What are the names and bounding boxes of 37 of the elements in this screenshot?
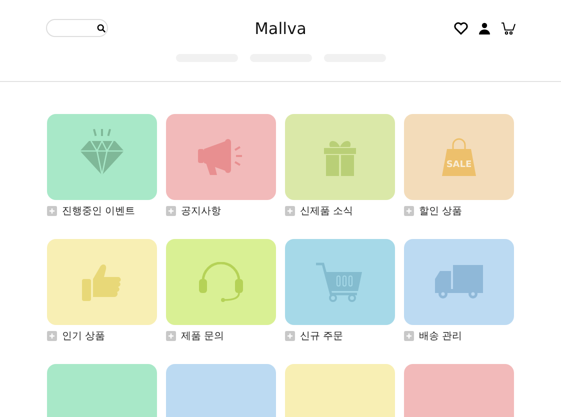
category-label[interactable]: 진행중인 이벤트 xyxy=(62,204,136,218)
category-label[interactable]: 공지사항 xyxy=(181,204,221,218)
sale-text: SALE xyxy=(446,160,472,170)
plus-icon[interactable] xyxy=(47,331,57,341)
category-tile[interactable] xyxy=(166,114,276,200)
shopping-cart-icon xyxy=(316,262,364,302)
category-tile[interactable] xyxy=(285,239,395,325)
plus-icon[interactable] xyxy=(47,206,57,216)
search-field[interactable] xyxy=(46,19,108,37)
category-label[interactable]: 할인 상품 xyxy=(419,204,462,218)
category-tile[interactable] xyxy=(285,114,395,200)
thumbs-up-icon xyxy=(82,263,122,301)
plus-icon[interactable] xyxy=(285,206,295,216)
shopping-bag-icon xyxy=(442,138,476,176)
plus-icon[interactable] xyxy=(166,331,176,341)
logo[interactable]: Mallva xyxy=(254,19,306,38)
plus-icon[interactable] xyxy=(285,331,295,341)
user-icon[interactable] xyxy=(478,22,491,35)
category-tile[interactable] xyxy=(404,239,514,325)
gift-icon xyxy=(324,138,356,176)
category-label[interactable]: 인기 상품 xyxy=(62,329,106,343)
search-icon xyxy=(97,24,106,32)
category-label[interactable]: 배송 관리 xyxy=(419,329,462,343)
megaphone-icon xyxy=(198,137,244,177)
category-tile[interactable] xyxy=(47,114,157,200)
cart-icon[interactable] xyxy=(501,22,516,35)
category-label[interactable]: 신제품 소식 xyxy=(300,204,354,218)
truck-icon xyxy=(435,265,483,299)
category-label[interactable]: 제품 문의 xyxy=(181,329,224,343)
plus-icon[interactable] xyxy=(166,206,176,216)
category-label[interactable]: 신규 주문 xyxy=(300,329,344,343)
category-tile[interactable] xyxy=(166,239,276,325)
headset-icon xyxy=(198,262,244,302)
plus-icon[interactable] xyxy=(404,206,414,216)
category-tile[interactable] xyxy=(47,239,157,325)
plus-icon[interactable] xyxy=(404,331,414,341)
heart-icon[interactable] xyxy=(454,22,468,35)
